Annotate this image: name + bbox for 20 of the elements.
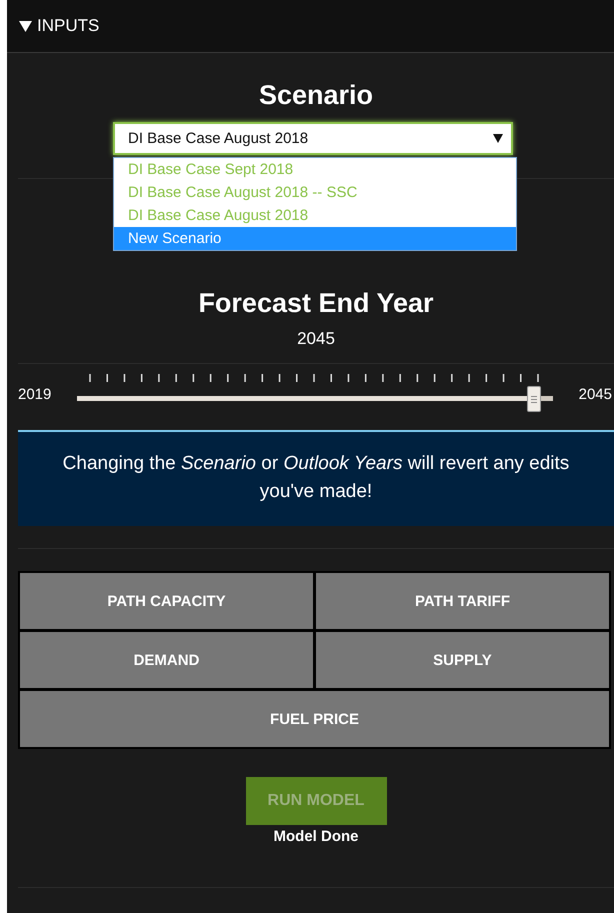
max-year-label: 2045 xyxy=(578,386,613,402)
category-button[interactable]: DEMAND xyxy=(20,632,313,688)
forecast-value: 2045 xyxy=(296,329,336,349)
category-button[interactable]: PATH CAPACITY xyxy=(20,573,313,629)
tick-marks-icon xyxy=(89,374,539,382)
scenario-title: Scenario xyxy=(258,79,374,111)
category-button[interactable]: SUPPLY xyxy=(316,632,609,688)
caret-icon xyxy=(493,134,503,143)
slider-thumb[interactable] xyxy=(526,386,541,412)
forecast-title: Forecast End Year xyxy=(197,288,435,319)
year-slider-track[interactable] xyxy=(77,374,553,414)
caret-icon xyxy=(19,20,32,32)
model-status: Model Done xyxy=(274,828,358,845)
inputs-header[interactable]: INPUTS xyxy=(7,0,614,53)
scenario-select[interactable]: DI Base Case August 2018 xyxy=(113,122,513,155)
category-button[interactable]: PATH TARIFF xyxy=(316,573,609,629)
dropdown-option[interactable]: New Scenario xyxy=(114,227,516,250)
category-button[interactable]: FUEL PRICE xyxy=(20,691,609,747)
min-year-label: 2019 xyxy=(18,386,52,402)
warning-notice: Changing the Scenario or Outlook Years will revert any edits you've made! xyxy=(18,430,614,526)
